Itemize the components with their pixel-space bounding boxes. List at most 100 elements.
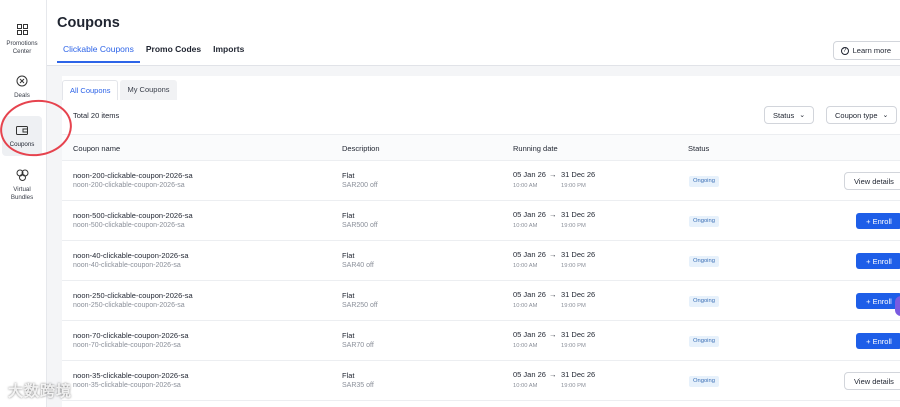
end-time: 19:00 PM: [561, 383, 586, 389]
coupon-code: noon-500-clickable-coupon-2026-sa: [73, 222, 185, 229]
end-date: 31 Dec 26: [561, 370, 596, 379]
column-header-coupon-name: Coupon name: [73, 144, 121, 153]
percent-circle-icon: [15, 74, 29, 88]
learn-more-label: Learn more: [852, 46, 891, 55]
tab-promo-codes[interactable]: Promo Codes: [140, 44, 207, 63]
status-badge: Ongoing: [689, 216, 719, 227]
description-type: Flat: [342, 211, 355, 220]
description-amount: SAR500 off: [342, 222, 378, 229]
sidebar-item-coupons[interactable]: Coupons: [2, 116, 42, 156]
arrow-right-icon: →: [549, 250, 557, 259]
description-type: Flat: [342, 251, 355, 260]
arrow-right-icon: →: [549, 210, 557, 219]
end-date: 31 Dec 26: [561, 290, 596, 299]
sidebar: Promotions Center Deals Coupons Virtual …: [0, 0, 47, 407]
start-time: 10:00 AM: [513, 343, 538, 349]
enroll-button[interactable]: + Enroll: [856, 253, 900, 269]
coupon-code: noon-70-clickable-coupon-2026-sa: [73, 342, 181, 349]
sidebar-item-label: Deals: [14, 92, 30, 99]
wallet-icon: [15, 123, 29, 137]
sidebar-item-label: Promotions Center: [6, 40, 38, 55]
subtab-all-coupons[interactable]: All Coupons: [62, 80, 119, 100]
start-date: 05 Jan 26: [513, 250, 546, 259]
sidebar-item-deals[interactable]: Deals: [2, 74, 42, 100]
status-badge: Ongoing: [689, 296, 719, 307]
tab-bar: Clickable Coupons Promo Codes Imports: [57, 44, 250, 63]
coupon-type-filter[interactable]: Coupon type ⌄: [826, 106, 898, 124]
grid-icon: [15, 22, 29, 36]
coupon-code: noon-40-clickable-coupon-2026-sa: [73, 262, 181, 269]
enroll-button[interactable]: + Enroll: [856, 293, 900, 309]
description-type: Flat: [342, 371, 355, 380]
end-date: 31 Dec 26: [561, 170, 596, 179]
table-body: noon-200-clickable-coupon-2026-sa noon-2…: [62, 161, 900, 401]
start-time: 10:00 AM: [513, 303, 538, 309]
column-header-description: Description: [342, 144, 380, 153]
sidebar-item-label: Coupons: [9, 141, 35, 148]
coupon-name: noon-200-clickable-coupon-2026-sa: [73, 171, 193, 180]
total-count: Total 20 items: [73, 111, 120, 120]
sidebar-item-label: Virtual Bundles: [10, 186, 34, 201]
subtab-my-coupons[interactable]: My Coupons: [120, 80, 177, 100]
coupons-table: Coupon name Description Running date Sta…: [62, 134, 900, 401]
end-time: 19:00 PM: [561, 303, 586, 309]
description-type: Flat: [342, 171, 355, 180]
end-time: 19:00 PM: [561, 343, 586, 349]
coupons-panel: All Coupons My Coupons Total 20 items St…: [62, 76, 900, 407]
start-date: 05 Jan 26: [513, 170, 546, 179]
view-details-button[interactable]: View details: [844, 372, 900, 390]
enroll-button[interactable]: + Enroll: [856, 333, 900, 349]
description-type: Flat: [342, 291, 355, 300]
description-amount: SAR200 off: [342, 182, 378, 189]
end-time: 19:00 PM: [561, 263, 586, 269]
start-date: 05 Jan 26: [513, 330, 546, 339]
description-type: Flat: [342, 331, 355, 340]
coupon-code: noon-250-clickable-coupon-2026-sa: [73, 302, 185, 309]
page-title: Coupons: [57, 15, 120, 31]
watermark: 大数跨境: [8, 383, 73, 400]
enroll-button[interactable]: + Enroll: [856, 213, 900, 229]
tab-clickable-coupons[interactable]: Clickable Coupons: [57, 44, 140, 63]
coupon-name: noon-250-clickable-coupon-2026-sa: [73, 291, 193, 300]
table-row: noon-200-clickable-coupon-2026-sa noon-2…: [62, 161, 900, 201]
end-date: 31 Dec 26: [561, 250, 596, 259]
bundle-icon: [15, 168, 29, 182]
coupon-code: noon-35-clickable-coupon-2026-sa: [73, 382, 181, 389]
description-amount: SAR250 off: [342, 302, 378, 309]
floating-assistant-handle[interactable]: [895, 296, 900, 316]
help-icon: ?: [840, 46, 849, 55]
coupon-name: noon-35-clickable-coupon-2026-sa: [73, 371, 189, 380]
status-badge: Ongoing: [689, 376, 719, 387]
start-date: 05 Jan 26: [513, 210, 546, 219]
column-header-status: Status: [688, 144, 710, 153]
coupon-name: noon-40-clickable-coupon-2026-sa: [73, 251, 189, 260]
start-date: 05 Jan 26: [513, 370, 546, 379]
coupon-code: noon-200-clickable-coupon-2026-sa: [73, 182, 185, 189]
status-badge: Ongoing: [689, 336, 719, 347]
status-badge: Ongoing: [689, 176, 719, 187]
description-amount: SAR70 off: [342, 342, 374, 349]
coupon-name: noon-70-clickable-coupon-2026-sa: [73, 331, 189, 340]
arrow-right-icon: →: [549, 370, 557, 379]
sidebar-item-promotions-center[interactable]: Promotions Center: [2, 22, 42, 56]
chevron-down-icon: ⌄: [799, 112, 806, 119]
start-date: 05 Jan 26: [513, 290, 546, 299]
table-row: noon-250-clickable-coupon-2026-sa noon-2…: [62, 281, 900, 321]
arrow-right-icon: →: [549, 330, 557, 339]
coupon-name: noon-500-clickable-coupon-2026-sa: [73, 211, 193, 220]
start-time: 10:00 AM: [513, 223, 538, 229]
table-row: noon-500-clickable-coupon-2026-sa noon-5…: [62, 201, 900, 241]
status-filter[interactable]: Status ⌄: [764, 106, 815, 124]
learn-more-button[interactable]: ? Learn more: [832, 41, 900, 60]
start-time: 10:00 AM: [513, 263, 538, 269]
table-row: noon-35-clickable-coupon-2026-sa noon-35…: [62, 361, 900, 401]
end-date: 31 Dec 26: [561, 210, 596, 219]
table-row: noon-70-clickable-coupon-2026-sa noon-70…: [62, 321, 900, 361]
view-details-button[interactable]: View details: [844, 172, 900, 190]
start-time: 10:00 AM: [513, 383, 538, 389]
tab-imports[interactable]: Imports: [207, 44, 250, 63]
table-row: noon-40-clickable-coupon-2026-sa noon-40…: [62, 241, 900, 281]
end-time: 19:00 PM: [561, 183, 586, 189]
sidebar-item-virtual-bundles[interactable]: Virtual Bundles: [2, 168, 42, 202]
table-header: Coupon name Description Running date Sta…: [62, 134, 900, 161]
